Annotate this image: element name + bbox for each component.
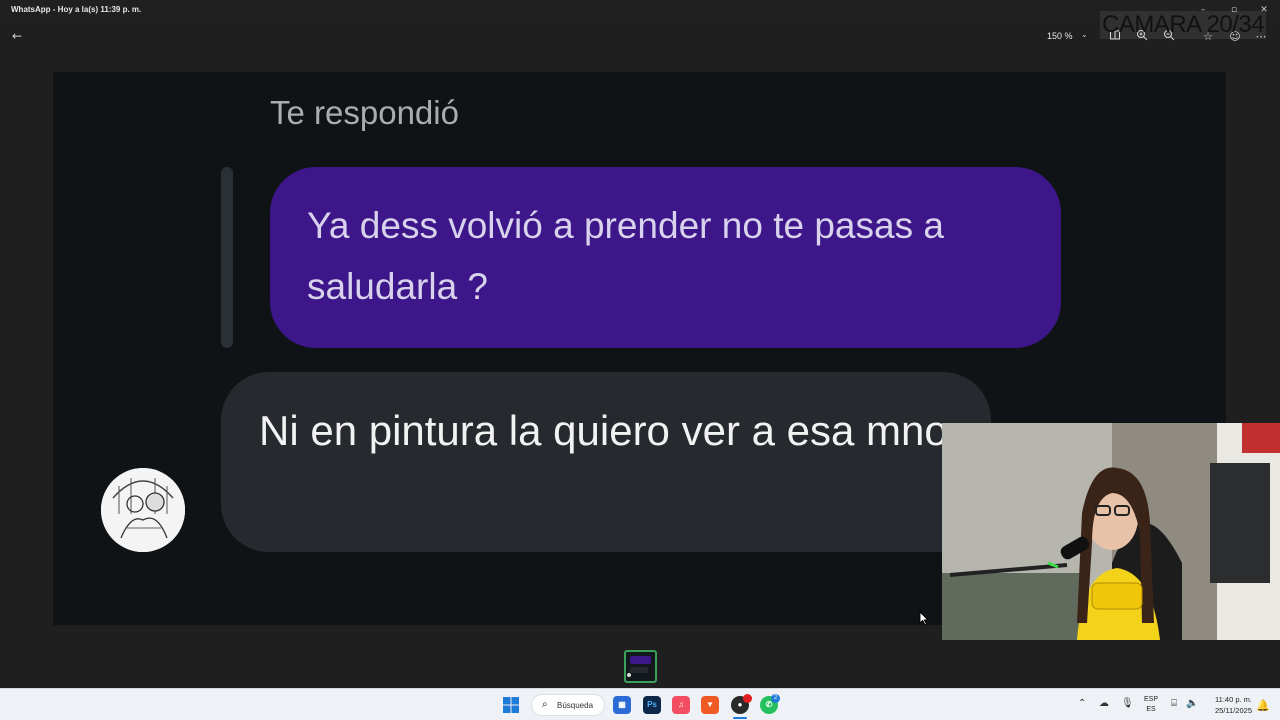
cloud-icon[interactable]: ☁ [1099, 698, 1109, 709]
photoshop-icon[interactable]: Ps [643, 696, 661, 714]
arrow-left-icon[interactable]: ← [12, 29, 22, 43]
clock-date: 25/11/2025 [1215, 706, 1252, 715]
whatsapp-badge: 2 [771, 694, 780, 703]
zoom-level[interactable]: 150 % [1047, 31, 1073, 41]
quoted-message-text: Ya dess volvió a prender no te pasas a s… [307, 205, 944, 307]
title-bar: WhatsApp - Hoy a la(s) 11:39 p. m. – ▫ ✕ [0, 0, 1280, 22]
chevron-down-icon[interactable]: ⌄ [1081, 30, 1088, 39]
reply-indicator-bar [221, 167, 233, 348]
search-input[interactable]: ⌕ Búsqueda [531, 694, 605, 716]
image-thumbnail[interactable] [624, 650, 657, 683]
chevron-up-icon[interactable]: ⌃ [1078, 698, 1086, 709]
obs-badge [743, 694, 752, 703]
volume-icon[interactable]: 🔈 [1186, 698, 1198, 709]
clock[interactable]: 11:40 p. m. 25/11/2025 [1206, 694, 1252, 716]
viewer-toolbar: ← 150 % ⌄ ☆ ☺ ⋯ [0, 22, 1280, 52]
network-icon[interactable]: ⌸ [1171, 698, 1177, 709]
received-message-bubble: Ni en pintura la quiero ver a esa mno [221, 372, 991, 552]
language-bottom: ES [1146, 706, 1156, 713]
windows-start-icon[interactable] [503, 697, 519, 713]
language-top: ESP [1144, 696, 1159, 703]
active-app-indicator [733, 717, 747, 719]
avatar [101, 468, 185, 552]
webcam-overlay [942, 423, 1280, 640]
store-icon[interactable]: ▦ [613, 696, 631, 714]
language-indicator[interactable]: ESP ES [1144, 695, 1158, 715]
window-title: WhatsApp - Hoy a la(s) 11:39 p. m. [11, 5, 142, 14]
received-message-text: Ni en pintura la quiero ver a esa mno [259, 407, 948, 454]
screen: WhatsApp - Hoy a la(s) 11:39 p. m. – ▫ ✕… [0, 0, 1280, 720]
clock-time: 11:40 p. m. [1215, 695, 1252, 704]
brave-icon[interactable]: ▼ [701, 696, 719, 714]
stream-overlay-text: CAMARA 20/34 [1100, 11, 1267, 39]
microphone-icon[interactable]: 🎙 [1121, 698, 1134, 709]
mouse-cursor-icon [919, 610, 930, 631]
search-icon: ⌕ [542, 699, 548, 710]
quoted-message-bubble: Ya dess volvió a prender no te pasas a s… [270, 167, 1061, 348]
search-placeholder: Búsqueda [557, 701, 594, 710]
taskbar: ⌕ Búsqueda ▦ Ps ♫ ▼ ● ✆ 2 ⌃ ☁ 🎙 ESP ES ⌸… [0, 688, 1280, 720]
reply-label: Te respondió [270, 94, 459, 131]
notification-bell-icon[interactable]: 🔔 [1256, 699, 1270, 712]
music-icon[interactable]: ♫ [672, 696, 690, 714]
